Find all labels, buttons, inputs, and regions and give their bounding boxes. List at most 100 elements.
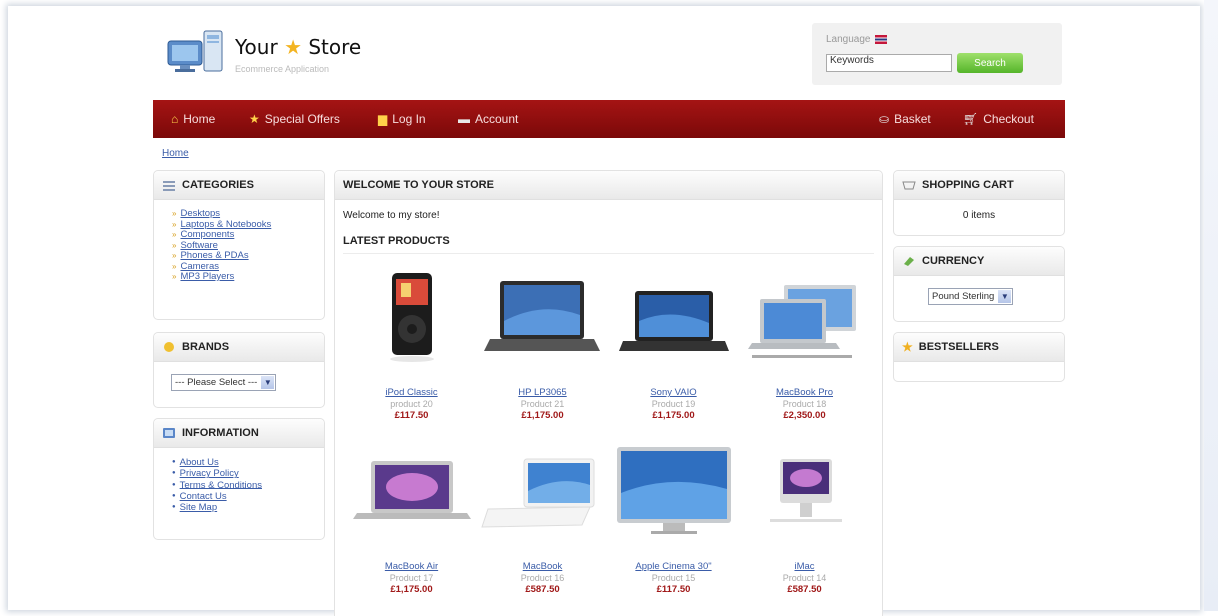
currency-box: CURRENCY Pound Sterling ▼ <box>893 246 1065 322</box>
brands-select-value: --- Please Select --- <box>175 377 258 388</box>
main-navbar: ⌂ Home ★ Special Offers ▆ Log In ▬ Accou… <box>153 100 1065 138</box>
information-title: INFORMATION <box>182 427 259 439</box>
store-subtitle: Ecommerce Application <box>235 64 330 74</box>
search-panel: Language Keywords Search <box>812 23 1062 85</box>
product-image-imac[interactable] <box>742 445 867 540</box>
info-link[interactable]: Terms & Conditions <box>172 479 324 491</box>
product-image-laptop[interactable] <box>480 271 605 366</box>
chevron-down-icon[interactable]: ▼ <box>261 376 275 389</box>
info-link[interactable]: About Us <box>172 457 324 468</box>
language-label: Language <box>826 34 887 45</box>
product-card[interactable]: iMac Product 14 £587.50 <box>742 445 867 595</box>
nav-login-label: Log In <box>392 112 426 126</box>
currency-select[interactable]: Pound Sterling ▼ <box>928 288 1014 305</box>
product-name-link[interactable]: iPod Classic <box>349 387 474 398</box>
product-name-link[interactable]: Apple Cinema 30" <box>611 561 736 572</box>
product-card[interactable]: Sony VAIO Product 19 £1,175.00 <box>611 271 736 421</box>
breadcrumb-home[interactable]: Home <box>162 148 189 159</box>
currency-title: CURRENCY <box>922 255 985 267</box>
nav-special-offers[interactable]: ★ Special Offers <box>249 112 340 126</box>
product-image-ipod[interactable] <box>349 271 474 366</box>
welcome-box: WELCOME TO YOUR STORE Welcome to my stor… <box>334 170 883 616</box>
product-name-link[interactable]: HP LP3065 <box>480 387 605 398</box>
category-link[interactable]: Components <box>172 229 324 241</box>
store-title-part2: Store <box>308 35 362 59</box>
product-card[interactable]: MacBook Air Product 17 £1,175.00 <box>349 445 474 595</box>
product-price: £1,175.00 <box>652 410 695 421</box>
bestsellers-header: ★ BESTSELLERS <box>894 333 1064 362</box>
product-name-link[interactable]: iMac <box>742 561 867 572</box>
bestsellers-title: BESTSELLERS <box>918 341 999 353</box>
product-image-laptop[interactable] <box>611 271 736 366</box>
nav-checkout[interactable]: 🛒︎ Checkout <box>963 112 1034 126</box>
product-model: Product 14 <box>782 573 827 583</box>
product-card[interactable]: iPod Classic product 20 £117.50 <box>349 271 474 421</box>
cart-header: SHOPPING CART <box>894 171 1064 200</box>
product-image-laptop[interactable] <box>480 445 605 540</box>
currency-select-value: Pound Sterling <box>932 291 995 302</box>
uk-flag-icon[interactable] <box>874 34 887 44</box>
star-icon: ★ <box>902 340 913 354</box>
information-box: INFORMATION About Us Privacy Policy Term… <box>153 418 325 540</box>
product-name-link[interactable]: MacBook <box>480 561 605 572</box>
latest-products-title: LATEST PRODUCTS <box>343 235 450 247</box>
search-input[interactable]: Keywords <box>826 54 952 72</box>
product-card[interactable]: MacBook Pro Product 18 £2,350.00 <box>742 271 867 421</box>
product-name-link[interactable]: MacBook Air <box>349 561 474 572</box>
product-model: Product 18 <box>782 399 827 409</box>
cart-icon <box>902 181 916 190</box>
home-icon: ⌂ <box>171 112 179 126</box>
product-model: Product 21 <box>520 399 565 409</box>
store-logo[interactable] <box>166 27 226 75</box>
product-image-monitor[interactable] <box>611 445 736 540</box>
product-model: Product 15 <box>651 573 696 583</box>
nav-login[interactable]: ▆ Log In <box>378 112 426 126</box>
welcome-title: WELCOME TO YOUR STORE <box>343 179 494 191</box>
product-card[interactable]: MacBook Product 16 £587.50 <box>480 445 605 595</box>
nav-home-label: Home <box>183 112 216 126</box>
language-label-text: Language <box>826 34 871 45</box>
nav-home[interactable]: ⌂ Home <box>171 112 215 126</box>
product-model: product 20 <box>390 399 433 409</box>
categories-icon <box>163 181 175 191</box>
information-list: About Us Privacy Policy Terms & Conditio… <box>154 448 324 513</box>
product-price: £1,175.00 <box>390 584 433 595</box>
product-model: Product 19 <box>651 399 696 409</box>
money-icon <box>904 257 914 266</box>
scrollbar[interactable] <box>1204 0 1218 611</box>
nav-basket-label: Basket <box>894 112 931 126</box>
store-title-part1: Your <box>235 35 278 59</box>
star-icon: ★ <box>249 112 260 126</box>
store-title[interactable]: Your ★ Store <box>235 35 361 59</box>
chevron-down-icon[interactable]: ▼ <box>998 290 1012 303</box>
product-card[interactable]: HP LP3065 Product 21 £1,175.00 <box>480 271 605 421</box>
cart-title: SHOPPING CART <box>922 179 1014 191</box>
search-button[interactable]: Search <box>957 53 1023 73</box>
category-link[interactable]: Desktops <box>172 208 324 220</box>
categories-list: Desktops Laptops & Notebooks Components … <box>154 200 324 283</box>
nav-special-offers-label: Special Offers <box>264 112 340 126</box>
nav-account[interactable]: ▬ Account <box>458 112 518 126</box>
product-price: £117.50 <box>656 584 691 595</box>
info-link[interactable]: Privacy Policy <box>172 468 324 479</box>
brands-select[interactable]: --- Please Select --- ▼ <box>171 374 277 391</box>
welcome-header: WELCOME TO YOUR STORE <box>335 171 882 200</box>
product-name-link[interactable]: Sony VAIO <box>611 387 736 398</box>
product-price: £117.50 <box>394 410 429 421</box>
categories-box: CATEGORIES Desktops Laptops & Notebooks … <box>153 170 325 320</box>
lock-icon: ▆ <box>378 112 388 126</box>
product-image-laptop[interactable] <box>742 271 867 366</box>
brands-title: BRANDS <box>182 341 230 353</box>
product-name-link[interactable]: MacBook Pro <box>742 387 867 398</box>
nav-basket[interactable]: ⛀ Basket <box>879 112 931 126</box>
info-link[interactable]: Site Map <box>172 502 324 513</box>
category-link[interactable]: MP3 Players <box>172 271 324 283</box>
nav-checkout-label: Checkout <box>983 112 1034 126</box>
shopping-cart-box: SHOPPING CART 0 items <box>893 170 1065 236</box>
product-image-laptop[interactable] <box>349 445 474 540</box>
nav-account-label: Account <box>475 112 519 126</box>
product-card[interactable]: Apple Cinema 30" Product 15 £117.50 <box>611 445 736 595</box>
category-link[interactable]: Phones & PDAs <box>172 250 324 262</box>
bestsellers-box: ★ BESTSELLERS <box>893 332 1065 382</box>
info-link[interactable]: Contact Us <box>172 491 324 502</box>
